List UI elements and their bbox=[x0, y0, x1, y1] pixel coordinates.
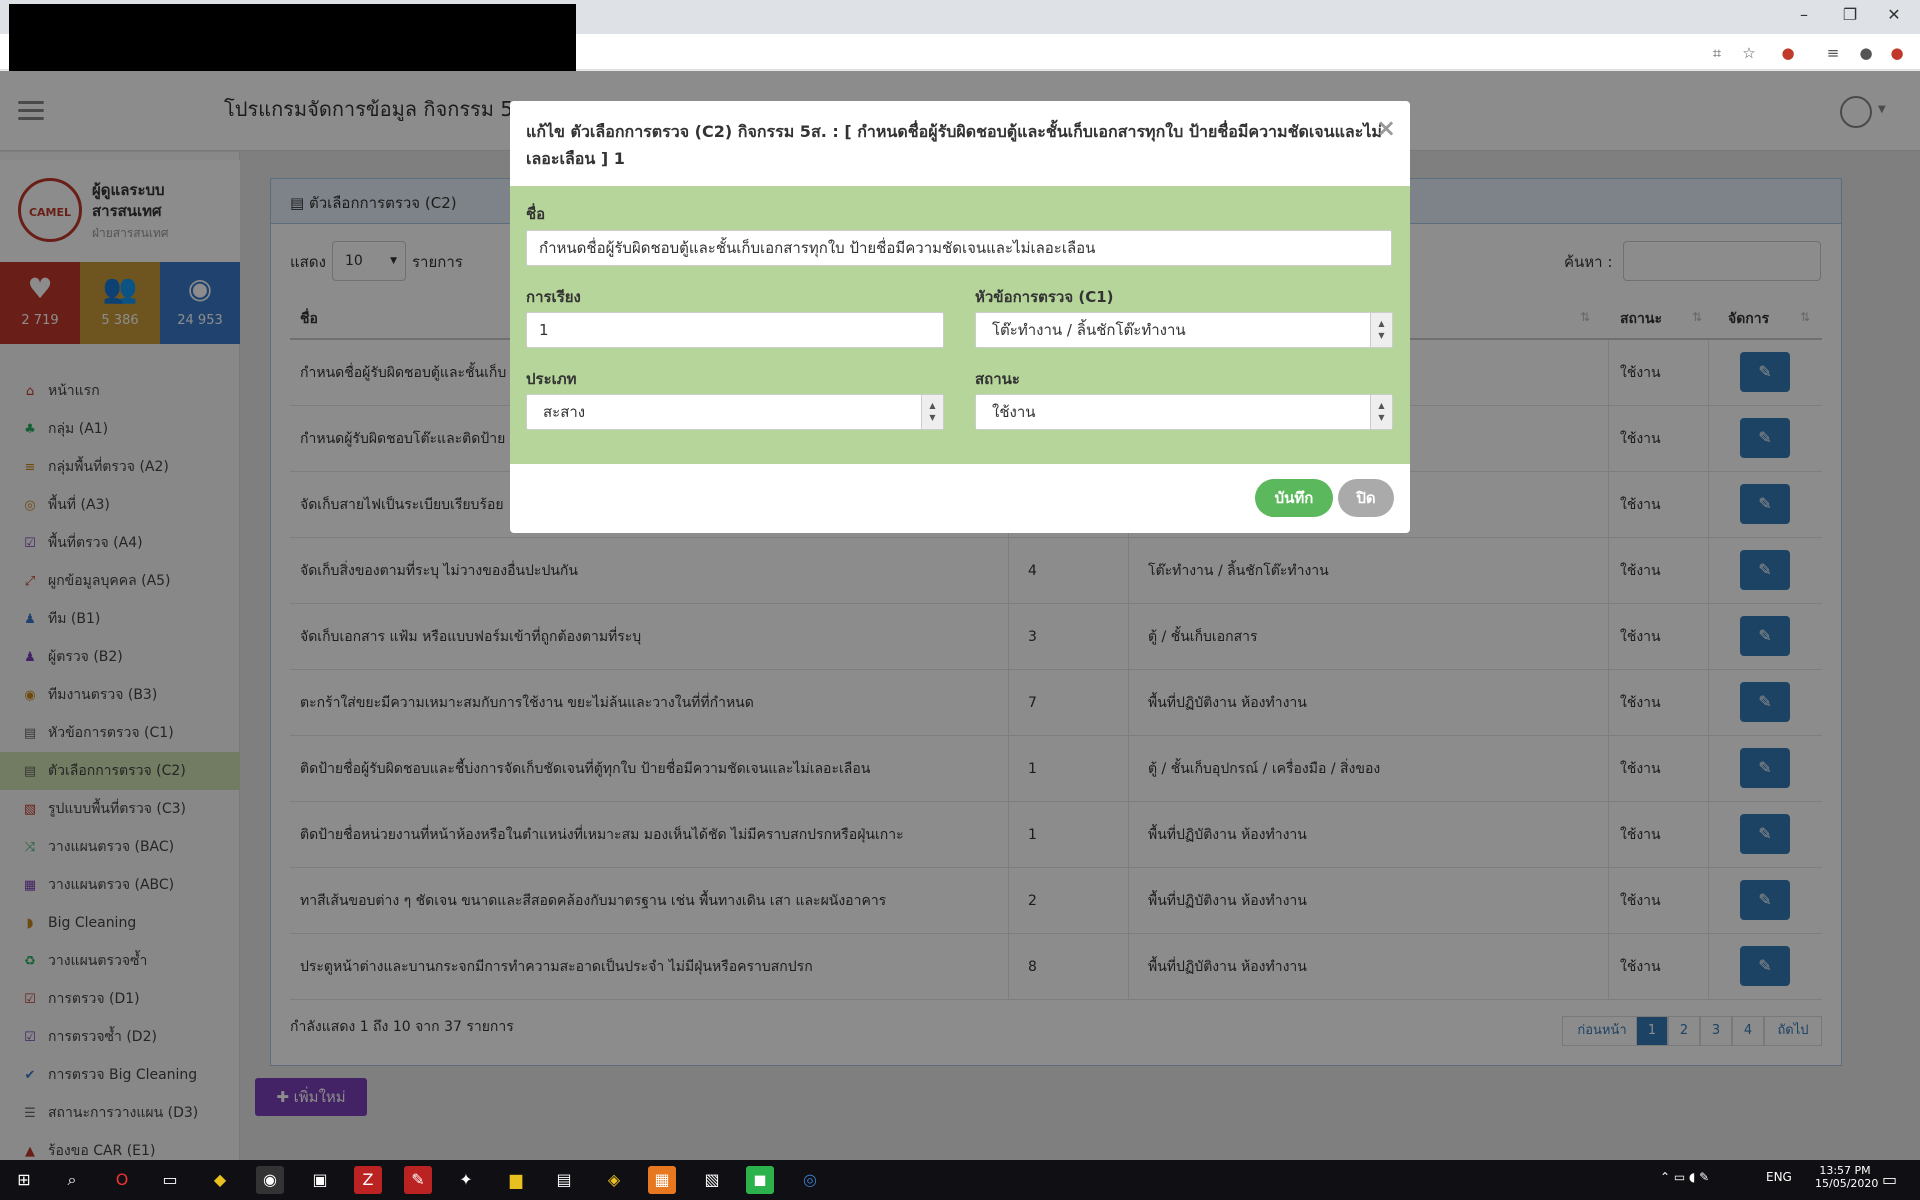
clock-date: 15/05/2020 bbox=[1815, 1177, 1879, 1190]
app-icon[interactable]: ▣ bbox=[306, 1166, 334, 1194]
clock-time: 13:57 PM bbox=[1819, 1164, 1871, 1177]
topic-select-value: โต๊ะทำงาน / ลิ้นชักโต๊ะทำงาน bbox=[992, 321, 1186, 339]
name-input[interactable]: กำหนดชื่อผู้รับผิดชอบตู้และชั้นเก็บเอกสา… bbox=[526, 230, 1392, 266]
close-icon[interactable]: × bbox=[1376, 114, 1396, 142]
media-icon[interactable]: ≡ bbox=[1822, 42, 1844, 64]
type-select-value: สะสาง bbox=[543, 403, 586, 421]
filezilla-icon[interactable]: Z bbox=[354, 1166, 382, 1194]
taskbar bbox=[0, 1160, 1920, 1200]
type-select[interactable]: สะสาง ▲ ▼ bbox=[526, 394, 944, 430]
status-select-value: ใช้งาน bbox=[992, 403, 1036, 421]
line-icon[interactable]: ◼ bbox=[746, 1166, 774, 1194]
redacted-area bbox=[9, 4, 576, 71]
avatar[interactable]: ● bbox=[1855, 42, 1877, 64]
topic-label: หัวข้อการตรวจ (C1) bbox=[975, 288, 1114, 306]
minimize-icon[interactable]: – bbox=[1786, 4, 1822, 26]
app-icon[interactable]: ▦ bbox=[648, 1166, 676, 1194]
type-label: ประเภท bbox=[526, 370, 577, 388]
close-window-icon[interactable]: ✕ bbox=[1876, 4, 1912, 26]
extension-icon[interactable]: ● bbox=[1777, 42, 1799, 64]
status-label: สถานะ bbox=[975, 370, 1020, 388]
app-icon[interactable]: ◆ bbox=[206, 1166, 234, 1194]
chrome-icon[interactable]: ◉ bbox=[256, 1166, 284, 1194]
close-button[interactable]: ปิด bbox=[1338, 479, 1394, 517]
language-indicator[interactable]: ENG bbox=[1766, 1170, 1792, 1184]
select-arrows-icon: ▲ ▼ bbox=[1370, 395, 1392, 429]
select-arrows-icon: ▲ ▼ bbox=[921, 395, 943, 429]
status-select[interactable]: ใช้งาน ▲ ▼ bbox=[975, 394, 1393, 430]
app-icon[interactable]: ▧ bbox=[698, 1166, 726, 1194]
translate-icon[interactable]: ⌗ bbox=[1706, 42, 1728, 64]
restore-icon[interactable]: ❐ bbox=[1832, 4, 1868, 26]
order-label: การเรียง bbox=[526, 288, 581, 306]
app-icon[interactable]: ◎ bbox=[796, 1166, 824, 1194]
tray-icons[interactable]: ⌃ ▭ ◖ ✎ bbox=[1660, 1170, 1709, 1184]
windows-start-icon[interactable]: ⊞ bbox=[10, 1166, 38, 1194]
select-arrows-icon: ▲ ▼ bbox=[1370, 313, 1392, 347]
modal-title: แก้ไข ตัวเลือกการตรวจ (C2) กิจกรรม 5ส. :… bbox=[526, 122, 1382, 168]
opera-icon[interactable]: O bbox=[108, 1166, 136, 1194]
order-input[interactable]: 1 bbox=[526, 312, 944, 348]
folder-icon[interactable]: ▆ bbox=[502, 1166, 530, 1194]
update-icon[interactable]: ● bbox=[1886, 42, 1908, 64]
app-icon[interactable]: ◈ bbox=[600, 1166, 628, 1194]
topic-select[interactable]: โต๊ะทำงาน / ลิ้นชักโต๊ะทำงาน ▲ ▼ bbox=[975, 312, 1393, 348]
save-button[interactable]: บันทึก bbox=[1255, 479, 1333, 517]
app-icon[interactable]: ✎ bbox=[404, 1166, 432, 1194]
app-icon[interactable]: ✦ bbox=[452, 1166, 480, 1194]
app-icon[interactable]: ▤ bbox=[550, 1166, 578, 1194]
search-icon[interactable]: ⌕ bbox=[58, 1166, 86, 1194]
notification-icon[interactable]: ▭ bbox=[1882, 1170, 1897, 1189]
name-label: ชื่อ bbox=[526, 205, 546, 223]
terminal-icon[interactable]: ▭ bbox=[156, 1166, 184, 1194]
clock[interactable]: 13:57 PM 15/05/2020 bbox=[1815, 1164, 1879, 1190]
star-icon[interactable]: ☆ bbox=[1738, 42, 1760, 64]
